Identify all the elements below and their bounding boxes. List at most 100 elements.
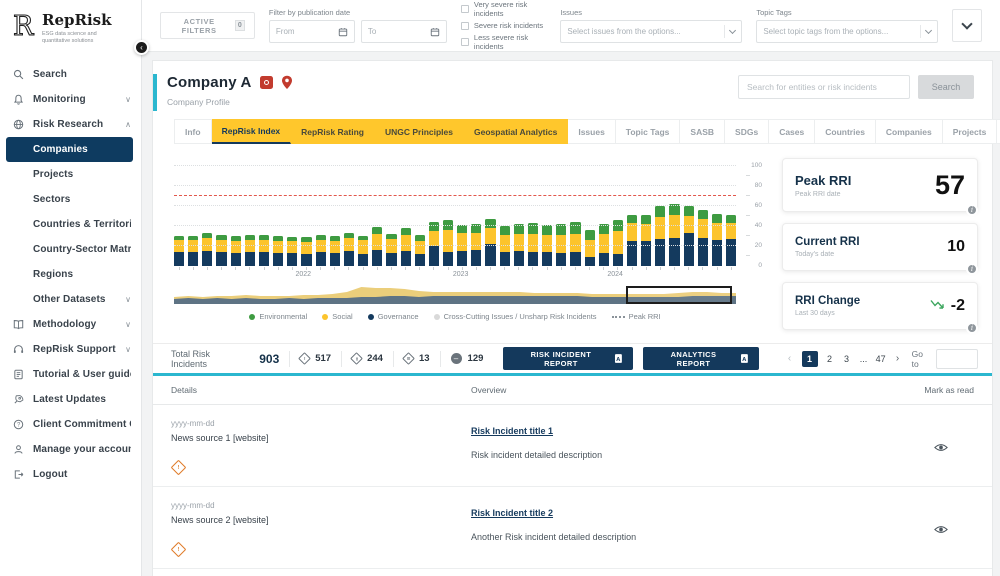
rri-bar[interactable] [287,237,297,266]
sidebar-item-projects[interactable]: Projects [0,162,141,187]
checkbox-severe[interactable]: Severe risk incidents [461,21,546,30]
sidebar-item-sectors[interactable]: Sectors [0,187,141,212]
sidebar-item-countries-territories[interactable]: Countries & Territories [0,212,141,237]
legend-social[interactable]: Social [322,312,352,321]
tab-geospatial-analytics[interactable]: Geospatial Analytics [464,119,568,144]
page-1[interactable]: 1 [802,351,818,367]
tab-projects[interactable]: Projects [943,119,998,144]
rri-bar[interactable] [316,235,326,266]
tab-sdgs[interactable]: SDGs [725,119,769,144]
tab-ungc-principles[interactable]: UNGC Principles [375,119,464,144]
sidebar-item-companies[interactable]: Companies [6,137,133,162]
date-from-input[interactable] [276,27,331,36]
rri-bar[interactable] [301,237,311,266]
tab-reprisk-index[interactable]: RepRisk Index [212,119,292,144]
tab-countries[interactable]: Countries [815,119,876,144]
logo[interactable]: R RepRisk ESG data science and quantitat… [0,0,141,58]
legend-environmental[interactable]: Environmental [249,312,307,321]
page-2[interactable]: 2 [825,354,835,364]
sidebar-collapse-button[interactable]: ‹ [134,40,149,55]
legend-governance[interactable]: Governance [368,312,419,321]
sidebar-item-methodology[interactable]: Methodology∨ [0,312,141,337]
tab-info[interactable]: Info [174,119,212,144]
risk-incident-report-button[interactable]: RISK INCIDENT REPORT A [503,347,633,370]
active-filters-button[interactable]: ACTIVE FILTERS 0 [160,12,255,39]
filterbar-collapse-button[interactable] [952,9,982,42]
flagged-company-icon[interactable] [260,76,273,89]
severity-3-count[interactable]: !!!13 [404,353,430,364]
sidebar-item-client-commitment-charter[interactable]: ?Client Commitment Charter [0,412,141,437]
analytics-report-button[interactable]: ANALYTICS REPORT A [643,347,758,370]
entity-search-input[interactable] [738,75,910,99]
rri-bar[interactable] [712,214,722,266]
rri-bar[interactable] [641,215,651,266]
checkbox-very-severe[interactable]: Very severe risk incidents [461,0,546,18]
rri-bar[interactable] [386,234,396,266]
rri-bar[interactable] [273,236,283,266]
legend-peak-rri[interactable]: Peak RRI [612,312,661,321]
calendar-icon[interactable] [338,27,348,37]
checkbox-icon[interactable] [461,5,469,13]
sidebar-item-other-datasets[interactable]: Other Datasets∨ [0,287,141,312]
rri-bar[interactable] [415,235,425,266]
navigator-brush-handle[interactable] [626,286,732,304]
incident-title-link[interactable]: Risk Incident title 2 [471,508,553,518]
sidebar-item-regions[interactable]: Regions [0,262,141,287]
rri-bar[interactable] [202,233,212,266]
rri-bar[interactable] [613,220,623,266]
rri-bar[interactable] [655,206,665,266]
issues-select[interactable]: Select issues from the options... [560,20,742,43]
page-47[interactable]: 47 [876,354,886,364]
next-page-button[interactable]: › [893,353,903,364]
rri-bar[interactable] [669,204,679,266]
rri-bar[interactable] [188,236,198,266]
rri-bar[interactable] [585,230,595,266]
tab-companies[interactable]: Companies [876,119,943,144]
rri-bar[interactable] [429,222,439,266]
mark-as-read-eye-icon[interactable] [934,525,948,534]
sidebar-item-tutorial-user-guides[interactable]: Tutorial & User guides [0,362,141,387]
sidebar-item-latest-updates[interactable]: Latest Updates [0,387,141,412]
rri-bar[interactable] [726,215,736,266]
topic-tags-select[interactable]: Select topic tags from the options... [756,20,938,43]
date-to-field[interactable] [361,20,447,43]
tab-topic-tags[interactable]: Topic Tags [616,119,681,144]
page-3[interactable]: 3 [842,354,852,364]
rri-bar[interactable] [401,228,411,266]
sidebar-item-country-sector-matrix[interactable]: Country-Sector Matrix [0,237,141,262]
legend-cross-cutting-issues-unsharp-risk-incidents[interactable]: Cross-Cutting Issues / Unsharp Risk Inci… [434,312,597,321]
chart-navigator[interactable] [174,286,736,304]
goto-page-input[interactable] [936,349,978,369]
rri-bar[interactable] [344,233,354,266]
tab-cases[interactable]: Cases [769,119,815,144]
unsharp-incidents-count[interactable]: –129 [451,353,484,364]
info-icon[interactable]: i [966,322,978,334]
severity-1-count[interactable]: !517 [300,353,331,364]
rri-bar[interactable] [330,236,340,266]
rri-bar[interactable] [216,235,226,266]
rri-bar[interactable] [372,227,382,266]
rri-bar[interactable] [570,222,580,266]
rri-bar[interactable] [245,235,255,266]
tab-reprisk-rating[interactable]: RepRisk Rating [291,119,375,144]
rri-bar[interactable] [174,236,184,266]
rri-bar[interactable] [500,226,510,266]
location-pin-icon[interactable] [281,75,293,90]
checkbox-icon[interactable] [461,22,469,30]
sidebar-item-risk-research[interactable]: Risk Research∧ [0,112,141,137]
incident-title-link[interactable]: Risk Incident title 1 [471,426,553,436]
info-icon[interactable]: i [966,263,978,275]
sidebar-item-manage-your-account[interactable]: Manage your account [0,437,141,462]
sidebar-item-reprisk-support[interactable]: RepRisk Support∨ [0,337,141,362]
rri-bar[interactable] [259,235,269,266]
rri-bar[interactable] [358,236,368,266]
prev-page-button[interactable]: ‹ [785,353,795,364]
tab-sasb[interactable]: SASB [680,119,725,144]
date-from-field[interactable] [269,20,355,43]
rri-bar[interactable] [684,206,694,266]
date-to-input[interactable] [368,27,423,36]
info-icon[interactable]: i [966,204,978,216]
sidebar-item-logout[interactable]: Logout [0,462,141,487]
checkbox-icon[interactable] [461,38,469,46]
tab-issues[interactable]: Issues [568,119,615,144]
